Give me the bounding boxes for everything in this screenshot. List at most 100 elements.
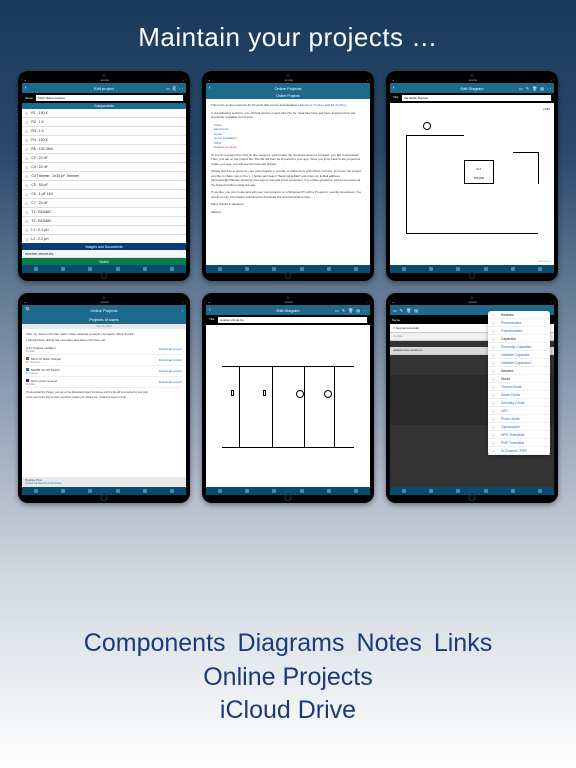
project-item: A 2V Colpitts oscillatorBy MikeDownload …	[26, 344, 182, 355]
add-icon[interactable]: ⊕	[25, 174, 28, 179]
project-name-input[interactable]	[36, 95, 183, 101]
back-icon[interactable]: ‹	[209, 85, 211, 91]
tab-bar[interactable]	[22, 265, 186, 273]
component-row[interactable]: ⊕L1 : 0.1 µH	[22, 226, 186, 235]
download-link[interactable]: Download project	[159, 347, 182, 351]
component-row[interactable]: ⊕R5 : 100 Ohm	[22, 145, 186, 154]
title-label: Title	[209, 317, 215, 323]
component-row[interactable]: ⊕C4 Trimmer : 2x35 pF Trimmer	[22, 172, 186, 181]
ipad-frame-5: •••8:21 PM▪ ‹ Edit Diagram ▭✎🗑▤⋯ Title	[202, 293, 374, 503]
nav-actions[interactable]: ▭✎🗑▤⋯	[335, 308, 367, 313]
back-icon[interactable]: ‹	[393, 85, 395, 91]
article-body[interactable]: After my notes in the last news I have r…	[22, 329, 186, 477]
link-etoolbox[interactable]: Electronic Toolbox	[300, 103, 324, 107]
back-icon[interactable]: ‹	[25, 85, 27, 91]
corner-label: MH 2011 - V1	[539, 261, 551, 263]
tab-bar[interactable]	[206, 487, 370, 495]
component-option[interactable]: ⊹Tunnel Diode	[488, 383, 550, 391]
ipad-frame-2: •••8:21 PM▪ ‹ Online Projects Online Pro…	[202, 71, 374, 281]
file-row[interactable]: receiver-circuit.cts	[22, 250, 186, 258]
back-icon[interactable]: ‹	[209, 307, 211, 313]
component-option[interactable]: ⊹Resistor	[488, 311, 550, 319]
download-link[interactable]: Download project	[159, 369, 182, 373]
components-list[interactable]: ⊕R1 : 100 K⊕R2 : 1 K⊕R3 : 1 K⊕R4 : 100 K…	[22, 109, 186, 243]
component-symbol-icon: ⊹	[492, 441, 498, 445]
component-row[interactable]: ⊕C3 : 22 nF	[22, 163, 186, 172]
component-row[interactable]: ⊕R4 : 100 K	[22, 136, 186, 145]
component-option[interactable]: ⊹LED	[488, 407, 550, 415]
component-row[interactable]: ⊕T2 : BC548C	[22, 217, 186, 226]
title-row: Title	[206, 315, 370, 325]
component-option[interactable]: ⊹NPN Transistor	[488, 431, 550, 439]
add-icon[interactable]: ⊕	[25, 219, 28, 224]
component-option[interactable]: ⊹Variable Capacitor	[488, 351, 550, 359]
tab-bar[interactable]	[390, 265, 554, 273]
ipad-frame-3: •••8:21 PM▪ ‹ Edit Diagram ▭✎🗑▤⋯ Title +…	[386, 71, 558, 281]
add-icon[interactable]: ⊕	[25, 156, 28, 161]
component-row[interactable]: ⊕T1 : BC548C	[22, 208, 186, 217]
add-icon[interactable]: ⊕	[25, 120, 28, 125]
link-rftoolbox[interactable]: RF-Toolbox	[331, 103, 346, 107]
add-icon[interactable]: ⊕	[25, 201, 28, 206]
prev-link[interactable]: Control Interface No-Fi Prototype	[25, 482, 183, 485]
component-option[interactable]: ⊹Photoresistor	[488, 319, 550, 327]
component-option[interactable]: ⊹Capacitor	[488, 335, 550, 343]
component-option[interactable]: ⊹Electrolyt-Capacitor	[488, 343, 550, 351]
article-body[interactable]: This is the on-line resource for Project…	[206, 99, 370, 265]
transistor-icon	[296, 390, 304, 398]
nav-actions[interactable]: ▭⎘⋯	[166, 86, 183, 91]
add-icon[interactable]: ⊕	[25, 147, 28, 152]
ic-chip[interactable]: IC1 TDA1160	[464, 160, 494, 184]
component-row[interactable]: ⊕R2 : 1 K	[22, 118, 186, 127]
add-icon[interactable]: ⊕	[25, 237, 28, 242]
component-row[interactable]: ⊕C5 : 50 pF	[22, 181, 186, 190]
tab-bar[interactable]	[390, 487, 554, 495]
component-option[interactable]: ⊹Optocoupler	[488, 423, 550, 431]
diagram-title-input[interactable]	[218, 317, 367, 323]
nav-actions[interactable]: ▭✎🗑▤⋯	[519, 86, 551, 91]
component-symbol-icon: ⊹	[492, 345, 498, 349]
nav-actions-left[interactable]: ▭✎🗑▤	[393, 308, 418, 313]
add-icon[interactable]: ⊕	[25, 210, 28, 215]
add-icon[interactable]: ⊕	[25, 228, 28, 233]
add-icon[interactable]: ⊕	[25, 165, 28, 170]
images-band[interactable]: Images and Documents	[22, 243, 186, 250]
search-icon[interactable]: 🔍	[25, 307, 31, 313]
screen-component-picker: •••8:21 PM▪ ▭✎🗑▤ Name 7-Segment decoder …	[390, 301, 554, 495]
component-option[interactable]: ⊹Variable Capacitor2	[488, 359, 550, 367]
add-icon[interactable]: ⊕	[25, 138, 28, 143]
tab-bar[interactable]	[206, 265, 370, 273]
circuit-canvas[interactable]	[206, 325, 370, 487]
component-option[interactable]: ⊹Photo diode	[488, 415, 550, 423]
component-option[interactable]: ⊹N-Channel JFET	[488, 447, 550, 455]
component-option[interactable]: ⊹Potentiometer	[488, 327, 550, 335]
download-link[interactable]: Download project	[159, 380, 182, 384]
component-symbol-icon: ⊹	[492, 417, 498, 421]
circuit-canvas[interactable]: +12V IC1 TDA1160 MH 2011 - V1	[390, 103, 554, 265]
add-icon[interactable]: ⊕	[25, 183, 28, 188]
contact-link[interactable]: contact me	[85, 396, 97, 399]
add-icon[interactable]: ⊕	[25, 111, 28, 116]
component-row[interactable]: ⊕L2 : 2.2 µH	[22, 235, 186, 243]
component-row[interactable]: ⊕R3 : 1 K	[22, 127, 186, 136]
component-row[interactable]: ⊕C7 : 22 nF	[22, 199, 186, 208]
project-item: NE555 On-Off SwitchBy KonradDownload pro…	[26, 366, 182, 377]
component-option[interactable]: ⊹Schottky Diode	[488, 399, 550, 407]
component-option[interactable]: ⊹Inductor	[488, 367, 550, 375]
category-link-active[interactable]: Projects of users	[214, 145, 365, 150]
add-icon[interactable]: ⊕	[25, 129, 28, 134]
tab-bar[interactable]	[22, 487, 186, 495]
ipad-frame-4: •••8:21 PM▪ 🔍 Online Projects ‹ Projects…	[18, 293, 190, 503]
capacitor-icon	[231, 390, 234, 396]
notes-band[interactable]: Notes	[22, 258, 186, 265]
component-row[interactable]: ⊕C2 : 22 nF	[22, 154, 186, 163]
component-option[interactable]: ⊹Zener Diode	[488, 391, 550, 399]
diagram-title-input[interactable]	[402, 95, 551, 101]
back-chevron-icon[interactable]: ‹	[182, 308, 183, 313]
component-row[interactable]: ⊕R1 : 100 K	[22, 109, 186, 118]
add-icon[interactable]: ⊕	[25, 192, 28, 197]
component-option[interactable]: ⊹Diode	[488, 375, 550, 383]
component-option[interactable]: ⊹PNP Transistor	[488, 439, 550, 447]
download-link[interactable]: Download project	[159, 358, 182, 362]
component-row[interactable]: ⊕C6 : 1 µF 16V	[22, 190, 186, 199]
